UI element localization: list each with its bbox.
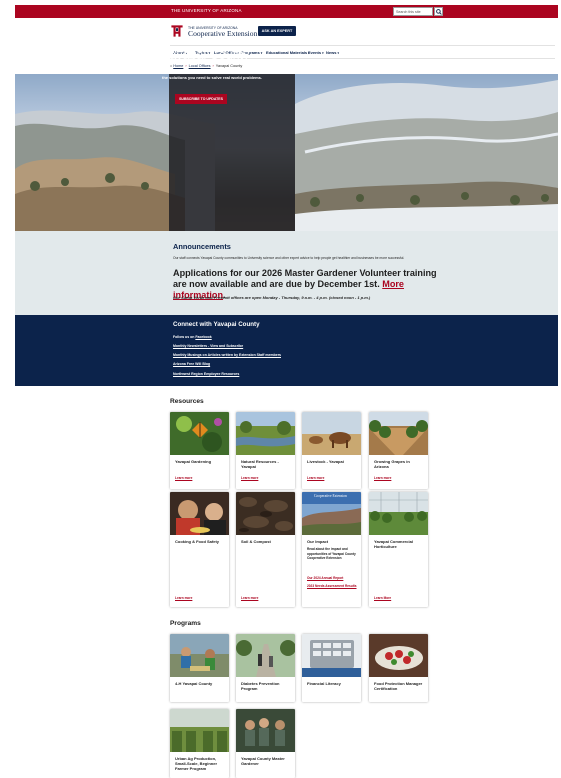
- learn-more-link[interactable]: Learn more: [175, 596, 192, 600]
- soil-image: [236, 492, 295, 535]
- resource-card-our-impact[interactable]: Cooperative Extension Our Impact Read ab…: [302, 492, 361, 607]
- announcements-intro: Our staff connects Yavapai County commun…: [173, 256, 405, 260]
- natural-resources-image: [236, 412, 295, 455]
- university-a-logo[interactable]: [170, 24, 184, 38]
- learn-more-link[interactable]: Learn More: [374, 596, 391, 600]
- connect-heading: Connect with Yavapai County: [173, 321, 260, 328]
- announcements-heading: Announcements: [173, 242, 231, 251]
- financial-literacy-image: [302, 634, 361, 677]
- musings-link[interactable]: Monthly Musings on Articles written by E…: [173, 353, 281, 357]
- grapes-image: [369, 412, 428, 455]
- breadcrumb-separator: ›: [212, 64, 214, 68]
- resource-card-grapes[interactable]: Growing Grapes in Arizona Learn more: [369, 412, 428, 489]
- breadcrumb-local-offices[interactable]: Local Offices: [189, 64, 211, 68]
- master-gardener-image: [236, 709, 295, 752]
- university-link[interactable]: THE UNIVERSITY OF ARIZONA: [171, 8, 242, 13]
- chevron-down-icon: ▾: [260, 51, 263, 55]
- 4h-image: [170, 634, 229, 677]
- resource-card-natural-resources[interactable]: Natural Resources - Yavapai Learn more: [236, 412, 295, 489]
- program-card-financial-literacy[interactable]: Financial Literacy: [302, 634, 361, 702]
- resource-card-cooking[interactable]: Cooking & Food Safety Learn more: [170, 492, 229, 607]
- card-title: Urban Ag Production, Small-Scale, Beginn…: [175, 756, 218, 771]
- needs-assessment-link[interactable]: 2023 Needs Assessment Results: [307, 584, 357, 588]
- annual-report-link[interactable]: Our 2024 Annual Report: [307, 576, 343, 580]
- urban-ag-image: [170, 709, 229, 752]
- card-title: Yavapai County Master Gardener: [241, 756, 285, 766]
- nav-item-news[interactable]: News▾: [326, 50, 339, 55]
- resource-card-livestock[interactable]: Livestock - Yavapai Learn more: [302, 412, 361, 489]
- cooking-image: [170, 492, 229, 535]
- card-title: Food Protection Manager Certification: [374, 681, 423, 691]
- search-icon: [436, 9, 442, 15]
- nav-item-educational-materials[interactable]: Educational Materials▾: [266, 50, 310, 55]
- food-protection-image: [369, 634, 428, 677]
- resources-heading: Resources: [170, 398, 204, 405]
- brand-title[interactable]: Cooperative Extension: [188, 29, 257, 38]
- home-icon: ⌂: [170, 64, 173, 68]
- card-title: Yavapai Commercial Horticulture: [374, 539, 413, 549]
- breadcrumb-separator: ›: [185, 64, 187, 68]
- program-card-diabetes-prevention[interactable]: Diabetes Prevention Program: [236, 634, 295, 702]
- university-top-bar: THE UNIVERSITY OF ARIZONA Search this si…: [15, 5, 558, 18]
- subscribe-button[interactable]: SUBSCRIBE TO UPDATES: [175, 94, 227, 104]
- card-title: Soil & Compost: [241, 539, 271, 544]
- chevron-down-icon: ▾: [322, 51, 324, 55]
- card-title: 4-H Yavapai County: [175, 681, 213, 686]
- chevron-down-icon: ▾: [337, 51, 339, 55]
- ask-an-expert-button[interactable]: ASK AN EXPERT: [258, 26, 296, 36]
- hero-banner: [15, 74, 558, 231]
- resource-card-soil[interactable]: Soil & Compost Learn more: [236, 492, 295, 607]
- card-title: Financial Literacy: [307, 681, 341, 686]
- program-card-4h[interactable]: 4-H Yavapai County: [170, 634, 229, 702]
- resource-card-horticulture[interactable]: Yavapai Commercial Horticulture Learn Mo…: [369, 492, 428, 607]
- card-title: Natural Resources - Yavapai: [241, 459, 279, 469]
- blog-link[interactable]: Arizona Free Will Blog: [173, 362, 210, 366]
- site-search-input[interactable]: Search this site: [393, 7, 433, 16]
- resource-card-gardening[interactable]: Yavapai Gardening Learn more: [170, 412, 229, 489]
- page: THE UNIVERSITY OF ARIZONA Search this si…: [0, 0, 561, 778]
- our-impact-image: Cooperative Extension: [302, 492, 361, 535]
- learn-more-link[interactable]: Learn more: [241, 596, 258, 600]
- impact-banner-text: Cooperative Extension: [314, 494, 347, 498]
- nav-item-events[interactable]: Events▾: [308, 50, 324, 55]
- breadcrumb-home[interactable]: Home: [173, 64, 183, 68]
- hero-description: Our office is your direct link to Univer…: [162, 69, 279, 80]
- facebook-link[interactable]: Facebook: [195, 335, 211, 339]
- greenhouse-image: [369, 492, 428, 535]
- card-title: Our Impact: [307, 539, 329, 544]
- newsletter-link[interactable]: Monthly Newsletters - View and Subscribe: [173, 344, 243, 348]
- office-hours-note: Our Camp Verde and Prescott offices are …: [173, 295, 371, 300]
- follow-line: Follow us on Facebook: [173, 335, 212, 339]
- learn-more-link[interactable]: Learn more: [374, 476, 391, 480]
- gardening-image: [170, 412, 229, 455]
- programs-heading: Programs: [170, 620, 201, 627]
- learn-more-link[interactable]: Learn more: [307, 476, 324, 480]
- breadcrumb-current: Yavapai County: [215, 64, 243, 68]
- program-card-master-gardener[interactable]: Yavapai County Master Gardener: [236, 709, 295, 778]
- connect-band: [15, 315, 558, 386]
- program-card-food-protection[interactable]: Food Protection Manager Certification: [369, 634, 428, 702]
- diabetes-prevention-image: [236, 634, 295, 677]
- program-card-urban-ag[interactable]: Urban Ag Production, Small-Scale, Beginn…: [170, 709, 229, 778]
- card-title: Growing Grapes in Arizona: [374, 459, 410, 469]
- learn-more-link[interactable]: Learn more: [175, 476, 192, 480]
- search-button[interactable]: [434, 7, 443, 16]
- livestock-image: [302, 412, 361, 455]
- hero-title: Yavapai County: [162, 48, 250, 62]
- card-description: Read about the impact and opportunities …: [307, 547, 356, 561]
- card-title: Diabetes Prevention Program: [241, 681, 280, 691]
- card-title: Yavapai Gardening: [175, 459, 212, 464]
- employee-resources-link[interactable]: Northwest Region Employee Resources: [173, 372, 239, 376]
- card-title: Cooking & Food Safety: [175, 539, 219, 544]
- card-title: Livestock - Yavapai: [307, 459, 344, 464]
- learn-more-link[interactable]: Learn more: [241, 476, 258, 480]
- breadcrumb: ⌂ Home › Local Offices › Yavapai County: [170, 64, 242, 68]
